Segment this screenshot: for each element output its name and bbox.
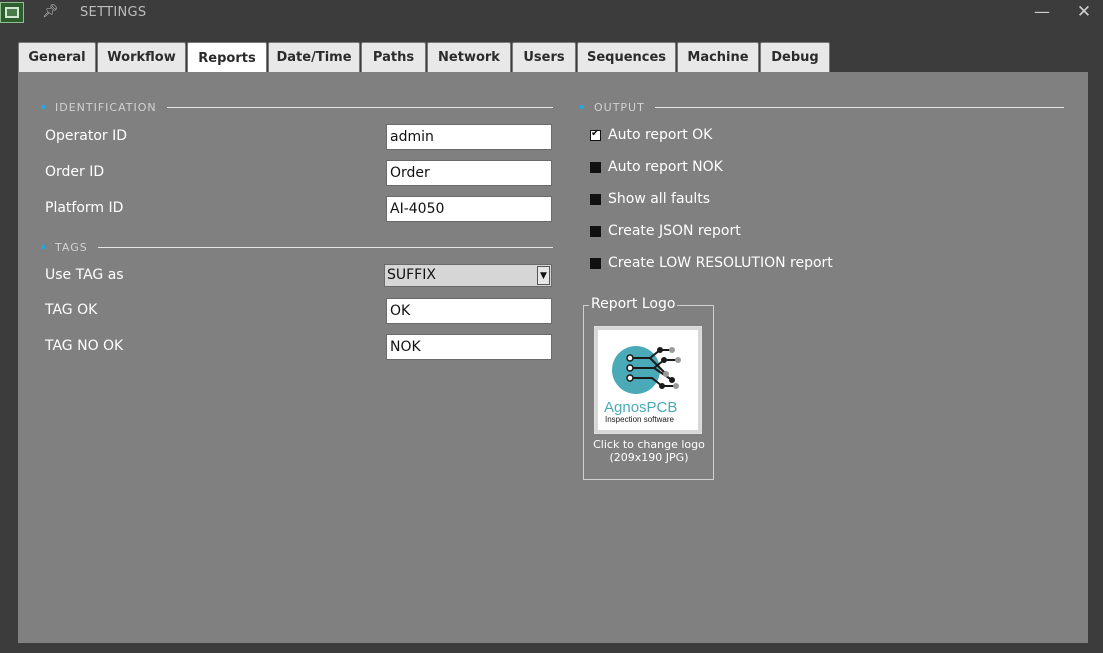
bullet-icon [41,105,45,109]
tag-ok-input[interactable] [386,298,552,324]
use-tag-select[interactable]: SUFFIX ▼ [384,264,552,287]
tag-nok-label: TAG NO OK [45,338,124,354]
divider [654,106,1064,108]
auto-report-nok-option[interactable]: Auto report NOK [590,158,723,176]
tags-section-header: TAGS [41,240,553,254]
auto-report-ok-label: Auto report OK [608,127,713,143]
bullet-icon [41,245,45,249]
create-low-resolution-report-option[interactable]: Create LOW RESOLUTION report [590,254,833,272]
tag-nok-input[interactable] [386,334,552,360]
output-section-header: OUTPUT [580,100,1064,114]
tab-debug[interactable]: Debug [760,42,830,72]
minimize-icon[interactable]: — [1032,2,1052,22]
title-bar: 📌︎ SETTINGS — ✕ [0,0,1103,26]
tab-reports[interactable]: Reports [187,42,267,73]
tab-sequences[interactable]: Sequences [577,42,676,72]
auto-report-ok-checkbox[interactable] [590,128,601,141]
logo-caption: Click to change logo (209x190 JPG) [589,438,709,464]
reports-panel: IDENTIFICATION Operator ID Order ID Plat… [18,72,1088,643]
order-id-label: Order ID [45,164,105,180]
tab-paths[interactable]: Paths [361,42,426,72]
create-low-resolution-report-checkbox[interactable] [590,257,601,269]
platform-id-label: Platform ID [45,200,124,216]
create-json-report-checkbox[interactable] [590,225,601,237]
create-json-report-label: Create JSON report [608,223,741,239]
operator-id-label: Operator ID [45,128,128,144]
tags-heading: TAGS [55,240,88,254]
window-title: SETTINGS [80,5,147,20]
output-heading: OUTPUT [594,100,645,114]
logo-caption-line1: Click to change logo [593,438,705,451]
show-all-faults-checkbox[interactable] [590,193,601,205]
chevron-down-icon[interactable]: ▼ [537,266,550,285]
auto-report-nok-checkbox[interactable] [590,161,601,173]
create-low-resolution-report-label: Create LOW RESOLUTION report [608,255,833,271]
logo-caption-line2: (209x190 JPG) [609,451,689,464]
use-tag-selected-value: SUFFIX [387,267,436,283]
tab-general[interactable]: General [18,42,96,72]
divider [166,106,553,108]
create-json-report-option[interactable]: Create JSON report [590,222,741,240]
tab-workflow[interactable]: Workflow [97,42,186,72]
platform-id-input[interactable] [386,196,552,222]
tab-date-time[interactable]: Date/Time [268,42,360,72]
show-all-faults-label: Show all faults [608,191,711,207]
identification-heading: IDENTIFICATION [55,100,157,114]
auto-report-nok-label: Auto report NOK [608,159,723,175]
auto-report-ok-option[interactable]: Auto report OK [590,126,712,144]
report-logo-image[interactable]: AgnosPCB Inspection software [598,330,698,430]
pin-icon[interactable]: 📌︎ [42,4,59,20]
use-tag-label: Use TAG as [45,267,124,283]
app-pcb-icon [0,2,24,23]
close-icon[interactable]: ✕ [1074,2,1094,22]
tab-network[interactable]: Network [427,42,511,72]
logo-tagline-text: Inspection software [605,415,674,424]
order-id-input[interactable] [386,160,552,186]
report-logo-title: Report Logo [589,296,678,312]
bullet-icon [580,105,584,109]
show-all-faults-option[interactable]: Show all faults [590,190,710,208]
operator-id-input[interactable] [386,124,552,150]
tag-ok-label: TAG OK [45,302,98,318]
agnospcb-logo-icon: AgnosPCB Inspection software [604,346,681,424]
logo-brand-text: AgnosPCB [604,399,677,416]
identification-section-header: IDENTIFICATION [41,100,553,114]
tab-machine[interactable]: Machine [677,42,759,72]
tab-users[interactable]: Users [512,42,576,72]
divider [97,246,553,248]
